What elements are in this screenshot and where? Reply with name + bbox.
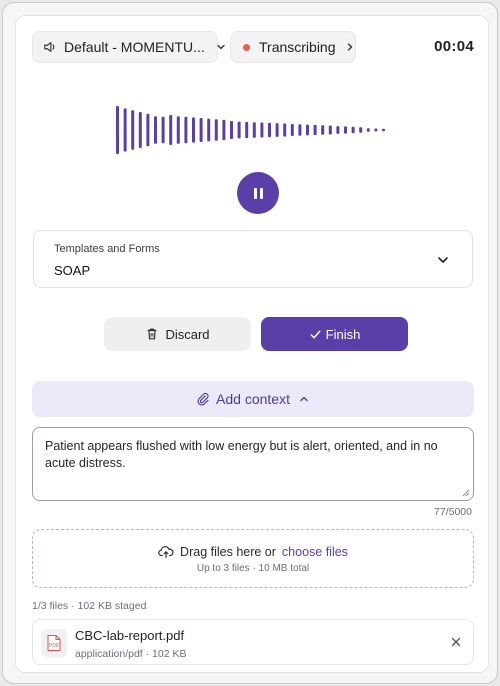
pause-icon — [253, 187, 257, 199]
check-icon — [310, 330, 321, 338]
waveform-bar — [290, 124, 294, 136]
audio-waveform — [116, 106, 385, 154]
character-count: 77/5000 — [434, 506, 472, 518]
waveform-bar — [230, 121, 233, 139]
upload-limits-text: Up to 3 files · 10 MB total — [196, 563, 310, 574]
discard-label: Discard — [165, 326, 210, 342]
context-note-textarea[interactable]: Patient appears flushed with low energy … — [32, 427, 474, 501]
speaker-icon — [44, 42, 55, 52]
staged-files-summary: 1/3 files · 102 KB staged — [32, 600, 147, 612]
discard-button[interactable]: Discard — [104, 317, 251, 351]
waveform-bar — [146, 113, 150, 147]
upload-cloud-icon — [158, 546, 174, 558]
chevron-down-icon — [217, 44, 225, 50]
finish-label: Finish — [325, 326, 361, 342]
waveform-bar — [237, 121, 241, 139]
drag-files-text: Drag files here or — [180, 545, 276, 559]
waveform-bar — [116, 106, 119, 154]
waveform-bar — [260, 122, 264, 138]
waveform-bar — [214, 119, 218, 141]
waveform-bar — [306, 124, 309, 136]
template-selector[interactable]: Templates and Forms SOAP — [33, 230, 473, 288]
app-frame: Default - MOMENTU... Transcribing 00:04 … — [2, 2, 498, 684]
waveform-bar — [328, 125, 332, 135]
waveform-bar — [222, 119, 226, 141]
pdf-badge-text: PDF — [49, 643, 59, 649]
waveform-bar — [351, 126, 355, 134]
waveform-bar — [131, 110, 135, 150]
waveform-bar — [344, 126, 347, 134]
transcribing-status-button[interactable]: Transcribing — [230, 31, 356, 63]
audio-device-label: Default - MOMENTU... — [64, 39, 205, 55]
close-icon[interactable] — [449, 635, 463, 649]
waveform-bar — [382, 128, 385, 132]
waveform-bar — [366, 128, 370, 132]
waveform-bar — [268, 122, 271, 138]
pdf-file-icon: PDF — [41, 629, 67, 657]
waveform-bar — [184, 116, 188, 144]
finish-button[interactable]: Finish — [261, 317, 408, 351]
waveform-bar — [321, 125, 325, 135]
waveform-bar — [359, 127, 363, 133]
add-context-toggle[interactable]: Add context — [32, 381, 474, 417]
audio-device-selector[interactable]: Default - MOMENTU... — [32, 31, 225, 63]
waveform-bar — [138, 112, 142, 148]
recorder-card: Default - MOMENTU... Transcribing 00:04 … — [15, 15, 489, 673]
paperclip-icon — [197, 392, 209, 406]
file-name: CBC-lab-report.pdf — [75, 628, 185, 643]
choose-files-link[interactable]: choose files — [282, 545, 348, 559]
file-dropzone[interactable]: Drag files here or choose files Up to 3 … — [32, 529, 474, 588]
waveform-bar — [176, 116, 180, 144]
chevron-right-icon — [347, 43, 352, 51]
waveform-bar — [207, 118, 211, 142]
resize-grip-icon[interactable] — [461, 488, 470, 497]
add-context-label: Add context — [216, 391, 290, 407]
waveform-bar — [313, 124, 317, 136]
trash-icon — [148, 328, 157, 340]
waveform-bar — [336, 126, 340, 134]
recording-dot-icon — [243, 43, 250, 51]
template-selected-value: SOAP — [54, 263, 91, 278]
waveform-bar — [275, 123, 279, 137]
template-selector-label: Templates and Forms — [54, 243, 160, 255]
waveform-bar — [245, 121, 249, 139]
file-meta: application/pdf · 102 KB — [75, 648, 187, 660]
pause-button[interactable] — [237, 172, 279, 214]
waveform-bar — [154, 116, 157, 144]
waveform-bar — [192, 117, 195, 143]
chevron-down-icon — [438, 257, 448, 263]
recording-timer: 00:04 — [434, 38, 474, 55]
waveform-bar — [252, 122, 256, 138]
status-label: Transcribing — [259, 39, 336, 55]
waveform-bar — [374, 128, 378, 132]
file-list-item: PDF CBC-lab-report.pdf application/pdf ·… — [32, 619, 474, 665]
context-note-text: Patient appears flushed with low energy … — [45, 439, 438, 470]
waveform-bar — [283, 123, 287, 137]
waveform-bar — [298, 124, 302, 136]
chevron-up-icon — [300, 396, 308, 402]
waveform-bar — [161, 116, 165, 144]
waveform-bar — [169, 115, 173, 145]
waveform-bar — [199, 118, 203, 142]
waveform-bar — [123, 108, 127, 152]
